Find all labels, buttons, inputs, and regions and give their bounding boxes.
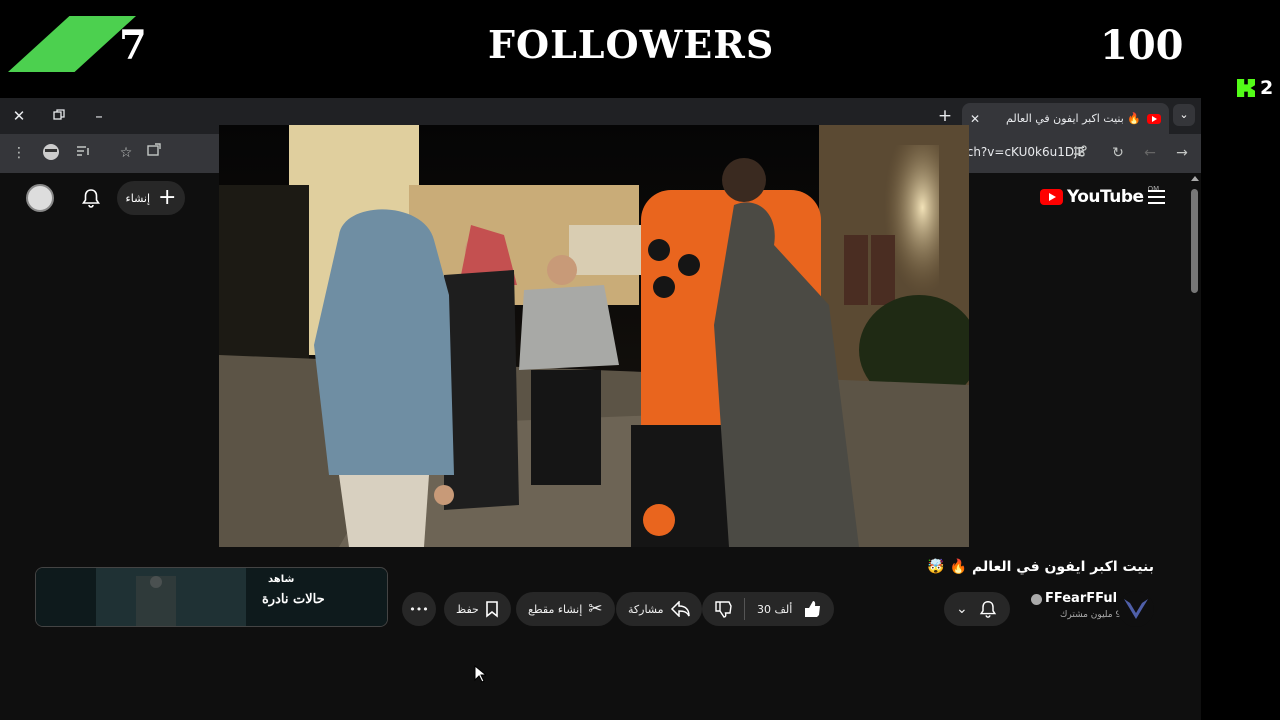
scroll-up-arrow-icon[interactable] (1191, 176, 1199, 181)
clip-button[interactable]: إنشاء مقطع ✂ (516, 592, 615, 626)
chevron-down-icon: ⌄ (956, 601, 968, 617)
verified-badge-icon (1031, 594, 1042, 605)
overlay-right-count: 100 (1100, 22, 1184, 69)
dislike-icon[interactable] (714, 600, 732, 618)
share-arrow-icon (670, 601, 690, 617)
site-settings-icon[interactable] (1070, 143, 1090, 163)
restore-window-icon[interactable] (49, 106, 69, 126)
more-actions-button[interactable]: ••• (402, 592, 436, 626)
video-title: بنيت اكبر ايفون في العالم 🔥 🤯 (927, 559, 1154, 575)
channel-logo-icon (1124, 599, 1148, 619)
bookmark-icon (486, 601, 498, 618)
reading-list-icon[interactable] (73, 143, 93, 163)
save-label: حفظ (456, 602, 479, 616)
mouse-cursor-icon (474, 665, 486, 683)
ad-thumbnail (36, 568, 387, 626)
create-label: إنشاء (125, 191, 151, 205)
share-label: مشاركة (628, 602, 664, 616)
profile-avatar-icon[interactable] (41, 143, 61, 163)
overlay-green-shape (8, 16, 136, 72)
share-button[interactable]: مشاركة (616, 592, 702, 626)
kick-viewers: 2 (1237, 77, 1273, 99)
close-window-icon[interactable]: ✕ (9, 106, 29, 126)
more-dots-icon: ••• (409, 602, 429, 616)
youtube-favicon-icon (1147, 113, 1161, 124)
sponsored-card[interactable]: شاهد حالات نادرة (35, 567, 388, 627)
scroll-thumb[interactable] (1191, 189, 1198, 293)
like-icon[interactable] (804, 600, 822, 618)
save-button[interactable]: حفظ (444, 592, 511, 626)
video-player[interactable] (219, 125, 969, 547)
notification-bell-icon (979, 600, 996, 618)
page-scrollbar[interactable] (1188, 173, 1201, 720)
channel-name[interactable]: FFearFFul (1045, 591, 1117, 606)
overlay-title: FOLLOWERS (488, 22, 775, 67)
hamburger-menu-icon[interactable] (1148, 190, 1165, 204)
menu-dots-icon[interactable]: ⋮ (9, 143, 29, 163)
tab-youtube[interactable]: ✕ بنيت اكبر ايفون في العالم 🔥 (962, 103, 1169, 134)
tab-title: بنيت اكبر ايفون في العالم 🔥 (1006, 112, 1141, 125)
account-avatar[interactable] (26, 184, 54, 212)
kick-logo-icon (1237, 79, 1255, 97)
install-app-icon[interactable] (144, 143, 164, 163)
scissors-icon: ✂ (588, 599, 603, 619)
notifications-bell-icon[interactable] (80, 187, 102, 209)
ad-show-title: حالات نادرة (262, 592, 325, 607)
like-dislike-group: 30 ألف (702, 592, 835, 626)
back-arrow-icon[interactable]: ← (1140, 143, 1160, 163)
new-tab-button[interactable]: + (934, 105, 956, 127)
youtube-logo[interactable]: YouTube OM (1040, 185, 1159, 207)
clip-label: إنشاء مقطع (528, 602, 583, 616)
minimize-window-icon[interactable]: – (89, 106, 109, 126)
close-tab-icon[interactable]: ✕ (970, 112, 980, 126)
kick-count: 2 (1260, 77, 1274, 99)
youtube-logo-text: YouTube (1067, 187, 1144, 207)
overlay-left-count: 7 (119, 22, 147, 69)
like-count: 30 ألف (757, 602, 793, 616)
plus-icon: + (158, 185, 177, 210)
forward-arrow-icon[interactable]: → (1172, 143, 1192, 163)
reload-icon[interactable]: ↻ (1108, 143, 1128, 163)
ad-brand: شاهد (268, 574, 295, 585)
youtube-play-icon (1040, 189, 1063, 205)
channel-avatar[interactable] (1118, 591, 1154, 627)
video-details: بنيت اكبر ايفون في العالم 🔥 🤯 شاهد حالات… (0, 547, 1188, 627)
video-frame-illustration (219, 125, 969, 547)
stream-overlay: 7 FOLLOWERS 100 (0, 0, 1280, 98)
subscribed-button[interactable]: ⌄ (944, 592, 1010, 626)
screen: { "overlay": { "left_count": "7", "title… (0, 0, 1280, 720)
bookmark-star-icon[interactable]: ☆ (116, 143, 136, 163)
create-button[interactable]: إنشاء + (117, 181, 185, 215)
tab-search-button[interactable]: ⌄ (1173, 104, 1195, 126)
